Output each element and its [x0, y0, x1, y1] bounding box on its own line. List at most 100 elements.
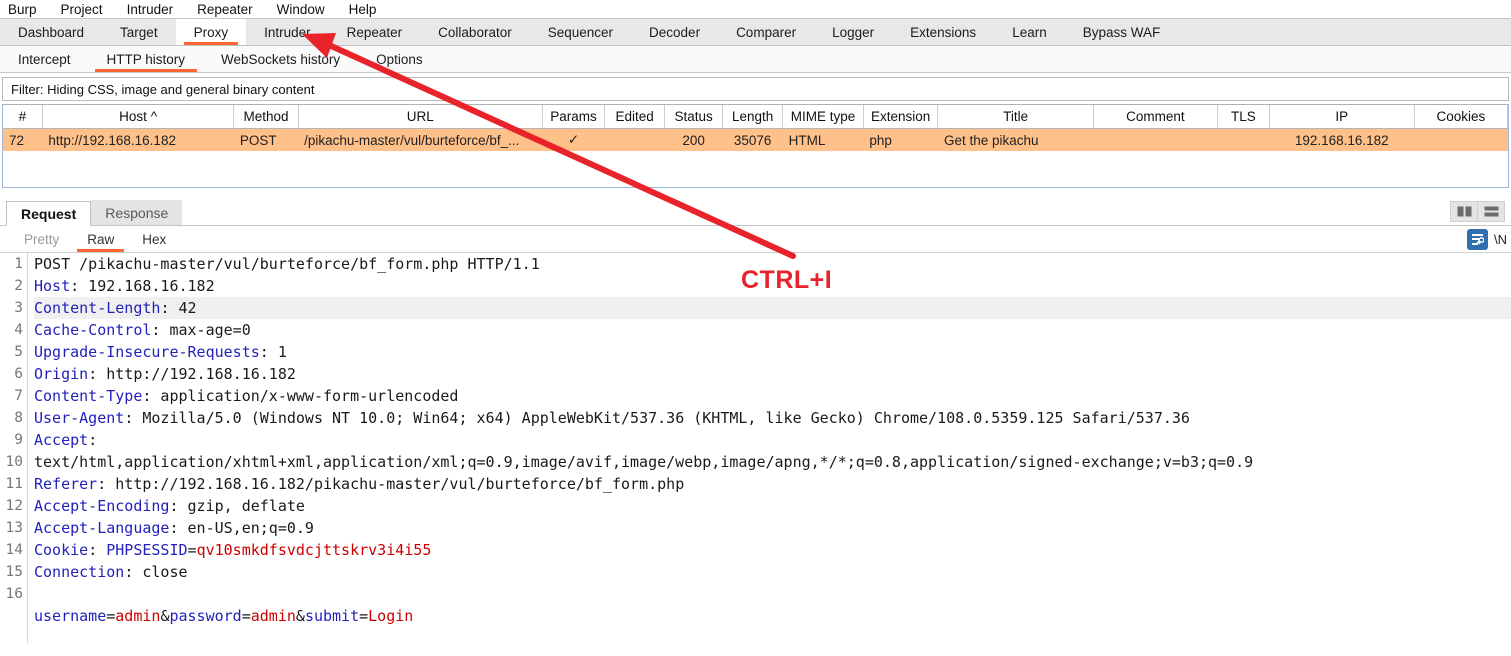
column-header-mime-type[interactable]: MIME type — [782, 105, 864, 129]
cell-extension: php — [863, 128, 938, 151]
request-text[interactable]: POST /pikachu-master/vul/burteforce/bf_f… — [28, 253, 1511, 643]
column-header-ip[interactable]: IP — [1269, 105, 1415, 129]
http-history-table[interactable]: # Host ^ Method URL Params Edited Status… — [2, 104, 1509, 188]
line-number: 5 — [14, 344, 23, 360]
cell-method: POST — [233, 128, 299, 151]
cell-params: ✓ — [542, 128, 605, 151]
column-header-status[interactable]: Status — [664, 105, 724, 129]
line-number: 10 — [5, 454, 23, 470]
request-line: User-Agent: Mozilla/5.0 (Windows NT 10.0… — [34, 409, 1190, 427]
cell-cookies — [1414, 128, 1508, 151]
request-line: Referer: http://192.168.16.182/pikachu-m… — [34, 475, 685, 493]
column-header-host-label: Host — [119, 109, 147, 124]
column-header-cookies[interactable]: Cookies — [1414, 105, 1508, 129]
column-header-tls[interactable]: TLS — [1217, 105, 1270, 129]
tab-dashboard[interactable]: Dashboard — [0, 19, 102, 45]
cell-status: 200 — [664, 128, 723, 151]
request-line: Host: 192.168.16.182 — [34, 277, 215, 295]
tab-comparer[interactable]: Comparer — [718, 19, 814, 45]
request-line: Cookie: PHPSESSID=qv10smkdfsvdcjttskrv3i… — [34, 541, 432, 559]
menu-bar: Burp Project Intruder Repeater Window He… — [0, 0, 1511, 18]
message-editor-tab-bar: Request Response — [0, 198, 1511, 226]
column-header-params[interactable]: Params — [542, 105, 606, 129]
tab-bypass-waf[interactable]: Bypass WAF — [1065, 19, 1179, 45]
column-header-url[interactable]: URL — [298, 105, 543, 129]
cell-url: /pikachu-master/vul/burteforce/bf_... — [298, 128, 543, 151]
request-line: Accept-Encoding: gzip, deflate — [34, 497, 305, 515]
tab-raw[interactable]: Raw — [73, 227, 128, 252]
tab-response[interactable]: Response — [91, 200, 183, 225]
cell-edited — [604, 128, 665, 151]
tab-collaborator[interactable]: Collaborator — [420, 19, 530, 45]
column-header-num[interactable]: # — [3, 105, 43, 129]
tab-request[interactable]: Request — [6, 201, 92, 226]
request-line: Cache-Control: max-age=0 — [34, 321, 251, 339]
cell-host: http://192.168.16.182 — [42, 128, 234, 151]
table-header-row: # Host ^ Method URL Params Edited Status… — [3, 105, 1508, 129]
column-header-extension[interactable]: Extension — [863, 105, 939, 129]
table-row[interactable]: 72 http://192.168.16.182 POST /pikachu-m… — [3, 128, 1508, 151]
line-number-gutter: 1 2 3 4 5 6 7 8 9 10 11 12 13 14 15 16 — [0, 253, 28, 643]
column-header-host[interactable]: Host ^ — [42, 105, 235, 129]
menu-item-project[interactable]: Project — [61, 2, 117, 17]
column-header-length[interactable]: Length — [722, 105, 784, 129]
split-vertical-icon[interactable] — [1451, 202, 1478, 221]
layout-toggle-group — [1450, 201, 1505, 222]
menu-item-help[interactable]: Help — [349, 2, 391, 17]
tab-logger[interactable]: Logger — [814, 19, 892, 45]
cell-mime-type: HTML — [782, 128, 864, 151]
line-number: 7 — [14, 388, 23, 404]
request-line: username=admin&password=admin&submit=Log… — [34, 607, 414, 625]
tab-proxy[interactable]: Proxy — [175, 19, 247, 45]
tab-target[interactable]: Target — [102, 19, 176, 45]
line-number: 16 — [5, 586, 23, 602]
request-line — [34, 583, 1511, 605]
column-header-edited[interactable]: Edited — [604, 105, 666, 129]
column-header-title[interactable]: Title — [937, 105, 1094, 129]
request-line: Connection: close — [34, 563, 188, 581]
split-horizontal-icon[interactable] — [1478, 202, 1504, 221]
menu-item-intruder[interactable]: Intruder — [127, 2, 188, 17]
request-line: Accept-Language: en-US,en;q=0.9 — [34, 519, 314, 537]
cell-num: 72 — [3, 128, 43, 151]
tab-extensions[interactable]: Extensions — [892, 19, 994, 45]
line-number: 2 — [14, 278, 23, 294]
line-number: 12 — [5, 498, 23, 514]
subtab-websockets-history[interactable]: WebSockets history — [203, 46, 358, 72]
tab-sequencer[interactable]: Sequencer — [530, 19, 631, 45]
wrap-label: \N — [1494, 231, 1507, 247]
menu-item-window[interactable]: Window — [277, 2, 339, 17]
tab-pretty[interactable]: Pretty — [10, 227, 73, 252]
filter-bar[interactable]: Filter: Hiding CSS, image and general bi… — [2, 77, 1509, 101]
proxy-sub-tab-bar: Intercept HTTP history WebSockets histor… — [0, 46, 1511, 73]
text-wrap-icon[interactable] — [1467, 228, 1488, 250]
line-number: 14 — [5, 542, 23, 558]
subtab-http-history[interactable]: HTTP history — [89, 46, 204, 72]
line-number: 13 — [5, 520, 23, 536]
main-tab-bar: Dashboard Target Proxy Intruder Repeater… — [0, 18, 1511, 46]
tab-hex[interactable]: Hex — [128, 227, 180, 252]
tab-intruder[interactable]: Intruder — [246, 19, 329, 45]
column-header-comment[interactable]: Comment — [1093, 105, 1219, 129]
editor-right-icons: \N — [1467, 228, 1507, 250]
cell-length: 35076 — [722, 128, 783, 151]
line-number: 11 — [5, 476, 23, 492]
menu-item-repeater[interactable]: Repeater — [197, 2, 267, 17]
request-line: Origin: http://192.168.16.182 — [34, 365, 296, 383]
tab-decoder[interactable]: Decoder — [631, 19, 718, 45]
line-number: 6 — [14, 366, 23, 382]
request-line: Content-Type: application/x-www-form-url… — [34, 387, 459, 405]
subtab-intercept[interactable]: Intercept — [0, 46, 89, 72]
raw-request-viewer[interactable]: 1 2 3 4 5 6 7 8 9 10 11 12 13 14 15 16 POST /pikachu-ma… — [0, 253, 1511, 643]
tab-learn[interactable]: Learn — [994, 19, 1065, 45]
cell-tls — [1217, 128, 1270, 151]
request-line: text/html,application/xhtml+xml,applicat… — [34, 453, 1254, 471]
request-line: POST /pikachu-master/vul/burteforce/bf_f… — [34, 255, 540, 273]
subtab-options[interactable]: Options — [358, 46, 441, 72]
menu-item-burp[interactable]: Burp — [8, 2, 51, 17]
tab-repeater[interactable]: Repeater — [329, 19, 421, 45]
column-header-method[interactable]: Method — [233, 105, 299, 129]
line-number: 8 — [14, 410, 23, 426]
cell-ip: 192.168.16.182 — [1269, 128, 1415, 151]
request-line: Upgrade-Insecure-Requests: 1 — [34, 343, 287, 361]
